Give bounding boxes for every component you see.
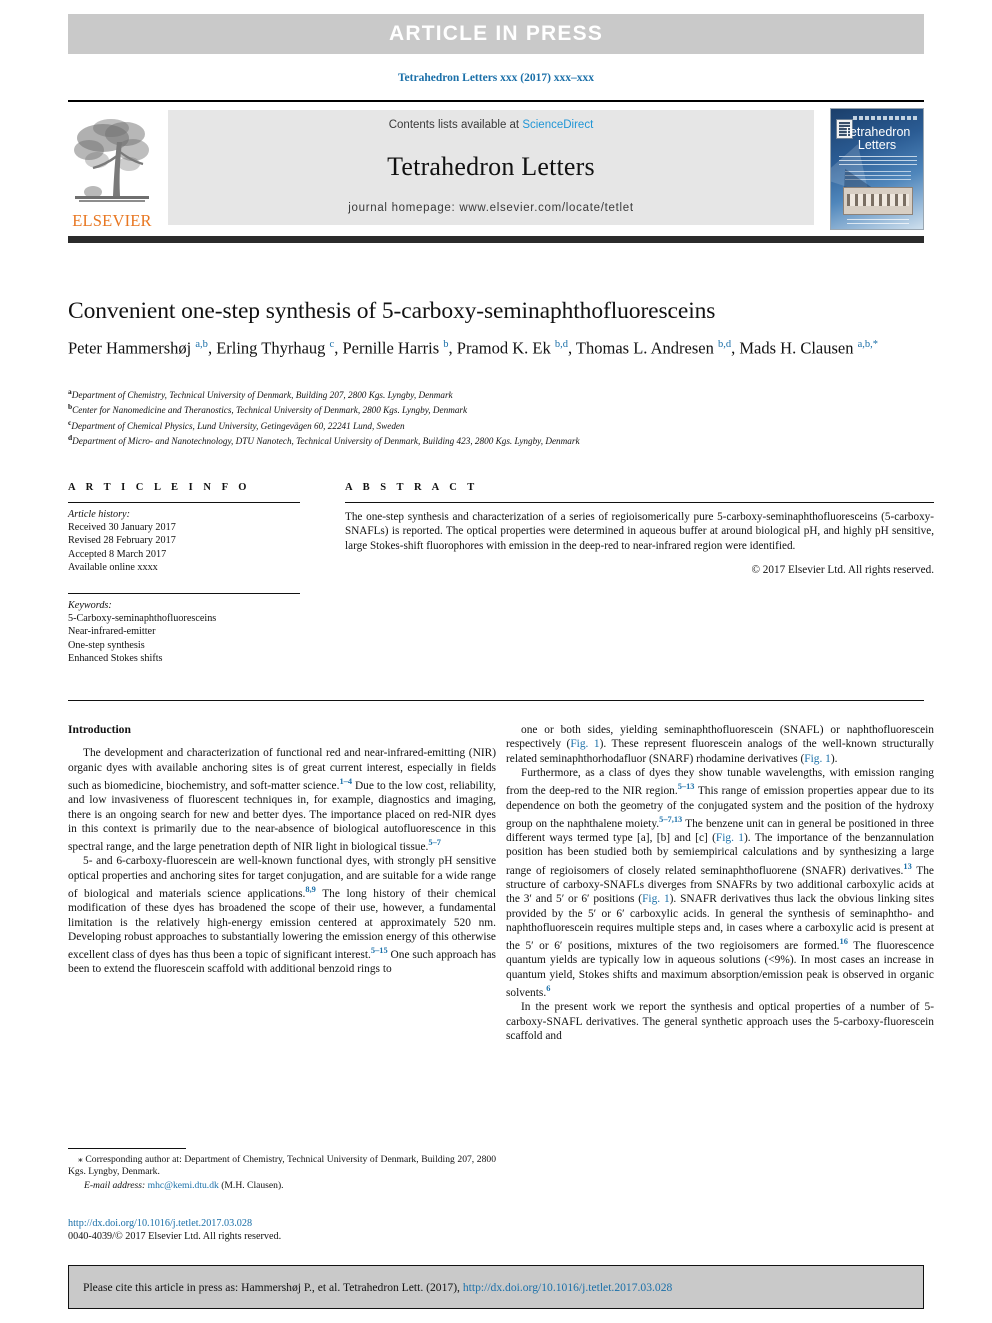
affiliation-list: aDepartment of Chemistry, Technical Univ… <box>68 386 934 448</box>
keywords-block: Keywords: 5-Carboxy-seminaphthofluoresce… <box>68 594 300 665</box>
keyword-item: 5-Carboxy-seminaphthofluoresceins <box>68 613 217 625</box>
footnote-block: ⁎ Corresponding author at: Department of… <box>68 1148 496 1193</box>
email-owner: (M.H. Clausen). <box>221 1180 284 1192</box>
body-column-left: Introduction The development and charact… <box>68 723 496 977</box>
history-item: Received 30 January 2017 <box>68 522 176 534</box>
cover-title-line1: Tetrahedron <box>843 125 911 139</box>
body-top-rule <box>68 700 924 702</box>
corresponding-author-note: ⁎ Corresponding author at: Department of… <box>68 1154 496 1178</box>
cite-prefix: Please cite this article in press as: Ha… <box>83 1280 463 1294</box>
contents-prefix: Contents lists available at <box>388 119 523 131</box>
body-column-right: one or both sides, yielding seminaphthof… <box>506 723 934 1043</box>
email-label: E-mail address: <box>84 1180 146 1192</box>
keywords-label: Keywords: <box>68 600 112 612</box>
journal-homepage[interactable]: journal homepage: www.elsevier.com/locat… <box>348 202 633 214</box>
contents-line: Contents lists available at ScienceDirec… <box>389 119 594 131</box>
email-line: E-mail address: mhc@kemi.dtu.dk (M.H. Cl… <box>68 1180 496 1192</box>
abstract-text: The one-step synthesis and characterizat… <box>345 511 934 552</box>
article-in-press-banner: ARTICLE IN PRESS <box>68 14 924 54</box>
affiliation-item: aDepartment of Chemistry, Technical Univ… <box>68 387 453 401</box>
article-info-heading: A R T I C L E I N F O <box>68 482 251 493</box>
cite-doi-link[interactable]: http://dx.doi.org/10.1016/j.tetlet.2017.… <box>463 1281 672 1294</box>
paragraph: 5- and 6-carboxy-fluorescein are well-kn… <box>68 855 497 976</box>
doi-link[interactable]: http://dx.doi.org/10.1016/j.tetlet.2017.… <box>68 1217 496 1230</box>
cite-this-article-bar: Please cite this article in press as: Ha… <box>68 1265 924 1309</box>
paragraph: one or both sides, yielding seminaphthof… <box>506 724 934 765</box>
history-item: Accepted 8 March 2017 <box>68 548 167 560</box>
cover-footer-block <box>847 217 909 224</box>
running-head: Tetrahedron Letters xxx (2017) xxx–xxx <box>397 72 595 84</box>
masthead-bottom-rule <box>68 236 924 243</box>
abstract-column: A B S T R A C T The one-step synthesis a… <box>345 482 934 576</box>
email-link[interactable]: mhc@kemi.dtu.dk <box>148 1180 219 1191</box>
section-heading-introduction: Introduction <box>68 723 131 736</box>
affiliation-item: cDepartment of Chemical Physics, Lund Un… <box>68 417 405 431</box>
article-in-press-label: ARTICLE IN PRESS <box>388 22 604 45</box>
keyword-item: One-step synthesis <box>68 639 145 651</box>
article-history-label: Article history: <box>68 509 130 520</box>
paragraph: Furthermore, as a class of dyes they sho… <box>506 767 934 999</box>
history-item: Available online xxxx <box>68 561 158 573</box>
elsevier-logo: ELSEVIER <box>68 107 156 229</box>
article-history: Article history: Received 30 January 201… <box>68 503 300 574</box>
cover-top-rule <box>853 116 918 120</box>
masthead-center-panel: Contents lists available at ScienceDirec… <box>168 110 814 225</box>
elsevier-tree-icon <box>74 118 149 202</box>
sciencedirect-link[interactable]: ScienceDirect <box>522 119 593 131</box>
paragraph: In the present work we report the synthe… <box>506 1001 934 1042</box>
journal-masthead: ELSEVIER Contents lists available at Sci… <box>68 100 924 230</box>
page-title: Convenient one-step synthesis of 5-carbo… <box>68 298 716 324</box>
history-item: Revised 28 February 2017 <box>68 535 176 547</box>
cite-text: Please cite this article in press as: Ha… <box>83 1281 672 1294</box>
keyword-item: Near-infrared-emitter <box>68 626 156 638</box>
doi-block: http://dx.doi.org/10.1016/j.tetlet.2017.… <box>68 1217 496 1243</box>
abstract-rights: © 2017 Elsevier Ltd. All rights reserved… <box>751 564 935 577</box>
issn-copyright-line: 0040-4039/© 2017 Elsevier Ltd. All right… <box>68 1231 282 1242</box>
keyword-item: Enhanced Stokes shifts <box>68 652 163 664</box>
abstract-heading: A B S T R A C T <box>345 482 479 493</box>
paragraph: The development and characterization of … <box>68 747 497 853</box>
cover-photo <box>843 187 913 215</box>
affiliation-item: bCenter for Nanomedicine and Theranostic… <box>68 402 468 416</box>
article-info-column: A R T I C L E I N F O Article history: R… <box>68 482 300 665</box>
footnote-rule <box>68 1148 186 1149</box>
journal-cover-thumbnail[interactable]: Tetrahedron Letters <box>830 108 924 230</box>
journal-title: Tetrahedron Letters <box>387 151 595 181</box>
affiliation-item: dDepartment of Micro- and Nanotechnology… <box>68 433 580 447</box>
elsevier-wordmark: ELSEVIER <box>72 210 152 230</box>
author-list: Peter Hammershøj a,b, Erling Thyrhaug c,… <box>68 338 879 358</box>
